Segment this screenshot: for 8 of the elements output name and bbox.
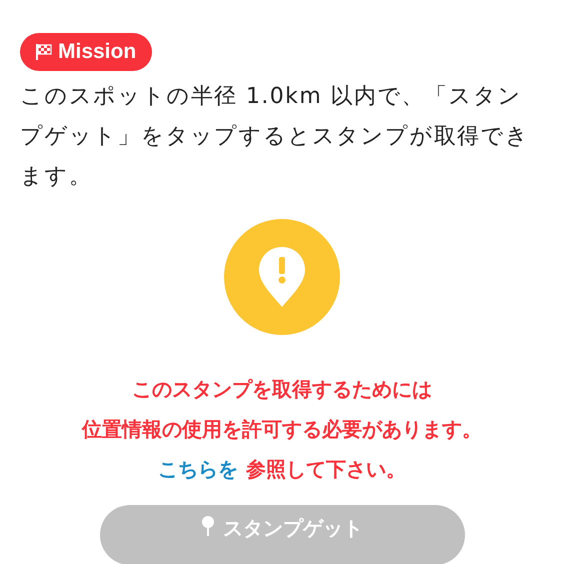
- checkered-flag-icon: [35, 43, 53, 61]
- pin-icon: [201, 515, 215, 537]
- mission-description: このスポットの半径 1.0km 以内で、「スタンプゲット」をタップするとスタンプが取得できます。: [20, 83, 530, 191]
- permission-notice: このスタンプを取得するためには: [132, 376, 432, 403]
- permission-notice: 位置情報の使用を許可する必要があります。: [82, 416, 482, 443]
- badge-label: Mission: [58, 40, 136, 64]
- notice-text: 参照して下さい。: [246, 456, 406, 483]
- here-link[interactable]: こちらを: [158, 449, 238, 489]
